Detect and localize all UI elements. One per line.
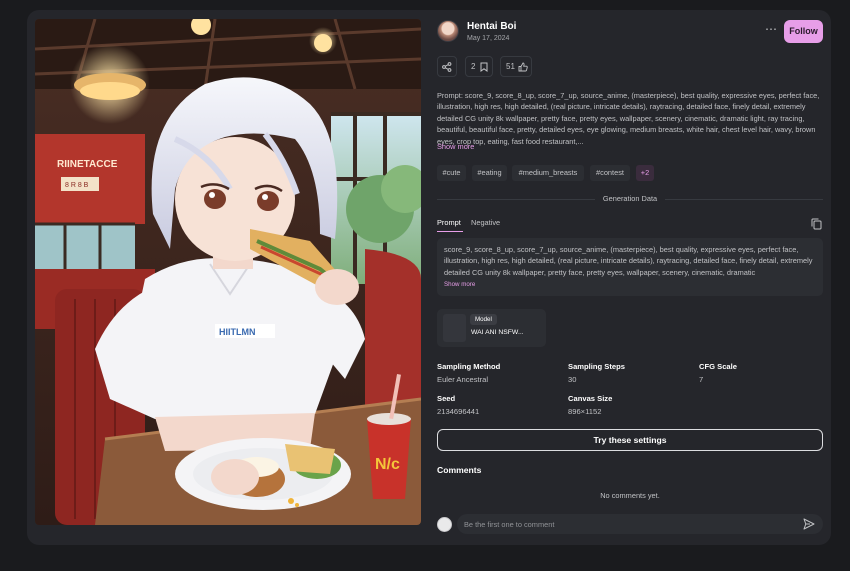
show-more-link[interactable]: Show more bbox=[437, 142, 474, 151]
comments-title: Comments bbox=[437, 465, 482, 475]
spec-seed: Seed 2134696441 bbox=[437, 394, 557, 416]
spec-label: CFG Scale bbox=[699, 362, 737, 371]
tag-cute[interactable]: #cute bbox=[437, 165, 466, 181]
generation-prompt-box: score_9, score_8_up, score_7_up, source_… bbox=[437, 238, 823, 296]
spec-label: Seed bbox=[437, 394, 456, 403]
cup-text: N/c bbox=[375, 456, 400, 473]
no-comments-message: No comments yet. bbox=[600, 491, 660, 500]
share-icon bbox=[442, 62, 452, 72]
author-header: Hentai Boi May 17, 2024 ⋯ Follow bbox=[437, 18, 823, 48]
spec-sampling-method: Sampling Method Euler Ancestral bbox=[437, 362, 557, 384]
prompt-text: Prompt: score_9, score_8_up, score_7_up,… bbox=[437, 91, 820, 146]
divider-line-left bbox=[437, 199, 595, 200]
bookmark-icon bbox=[480, 62, 488, 72]
spec-value: Euler Ancestral bbox=[437, 375, 489, 384]
generation-tabs: Prompt Negative bbox=[437, 218, 823, 234]
model-name: WAI ANI NSFW... bbox=[471, 329, 524, 336]
author-name[interactable]: Hentai Boi bbox=[467, 21, 516, 32]
generation-show-more-link[interactable]: Show more bbox=[444, 281, 475, 288]
bookmark-button[interactable]: 2 bbox=[465, 56, 493, 77]
post-image[interactable]: RIINETACCE 8 R 8 B HIITLMN N/c bbox=[35, 19, 421, 525]
tab-prompt-indicator bbox=[437, 231, 463, 232]
spec-label: Canvas Size bbox=[568, 394, 613, 403]
model-thumbnail bbox=[443, 314, 466, 342]
like-count: 51 bbox=[506, 62, 515, 71]
divider-line-right bbox=[665, 199, 823, 200]
model-badge: Model bbox=[470, 314, 497, 325]
sign-text-1: RIINETACCE bbox=[57, 159, 118, 170]
spec-label: Sampling Steps bbox=[568, 362, 625, 371]
post-card: RIINETACCE 8 R 8 B HIITLMN N/c Hentai Bo… bbox=[27, 10, 831, 545]
like-button[interactable]: 51 bbox=[500, 56, 532, 77]
spec-value: 7 bbox=[699, 375, 704, 384]
generation-data-divider: Generation Data bbox=[437, 194, 823, 204]
commenter-avatar bbox=[437, 517, 452, 532]
post-image-illustration: RIINETACCE 8 R 8 B HIITLMN N/c bbox=[35, 19, 421, 525]
follow-button[interactable]: Follow bbox=[784, 20, 823, 43]
share-button[interactable] bbox=[437, 56, 457, 77]
spec-label: Sampling Method bbox=[437, 362, 501, 371]
more-options-icon[interactable]: ⋯ bbox=[763, 23, 779, 38]
thumbs-up-icon bbox=[518, 62, 528, 72]
spec-cfg-scale: CFG Scale 7 bbox=[699, 362, 819, 384]
generation-specs: Sampling Method Euler Ancestral Sampling… bbox=[437, 362, 823, 422]
bookmark-count: 2 bbox=[471, 62, 476, 71]
spec-value: 896×1152 bbox=[568, 407, 602, 416]
generation-data-title: Generation Data bbox=[602, 194, 658, 203]
spec-value: 30 bbox=[568, 375, 577, 384]
copy-icon[interactable] bbox=[811, 218, 822, 230]
try-settings-button[interactable]: Try these settings bbox=[437, 429, 823, 451]
post-date: May 17, 2024 bbox=[467, 35, 510, 42]
generation-prompt-text: score_9, score_8_up, score_7_up, source_… bbox=[444, 245, 813, 277]
sign-text-2: 8 R 8 B bbox=[65, 182, 89, 189]
send-icon[interactable] bbox=[803, 518, 815, 530]
tag-eating[interactable]: #eating bbox=[472, 165, 507, 181]
tag-medium-breasts[interactable]: #medium_breasts bbox=[512, 165, 584, 181]
avatar[interactable] bbox=[437, 20, 459, 42]
comment-input[interactable] bbox=[457, 514, 823, 534]
model-card[interactable]: Model WAI ANI NSFW... bbox=[437, 309, 546, 347]
spec-canvas-size: Canvas Size 896×1152 bbox=[568, 394, 688, 416]
post-details: Hentai Boi May 17, 2024 ⋯ Follow 2 51 Pr… bbox=[437, 10, 823, 545]
spec-sampling-steps: Sampling Steps 30 bbox=[568, 362, 688, 384]
tag-more[interactable]: +2 bbox=[636, 165, 654, 181]
tab-prompt[interactable]: Prompt bbox=[437, 218, 461, 227]
spec-value: 2134696441 bbox=[437, 407, 480, 416]
comment-composer bbox=[437, 514, 823, 534]
tag-contest[interactable]: #contest bbox=[590, 165, 630, 181]
tab-negative[interactable]: Negative bbox=[471, 218, 500, 227]
shirt-text: HIITLMN bbox=[219, 327, 256, 337]
